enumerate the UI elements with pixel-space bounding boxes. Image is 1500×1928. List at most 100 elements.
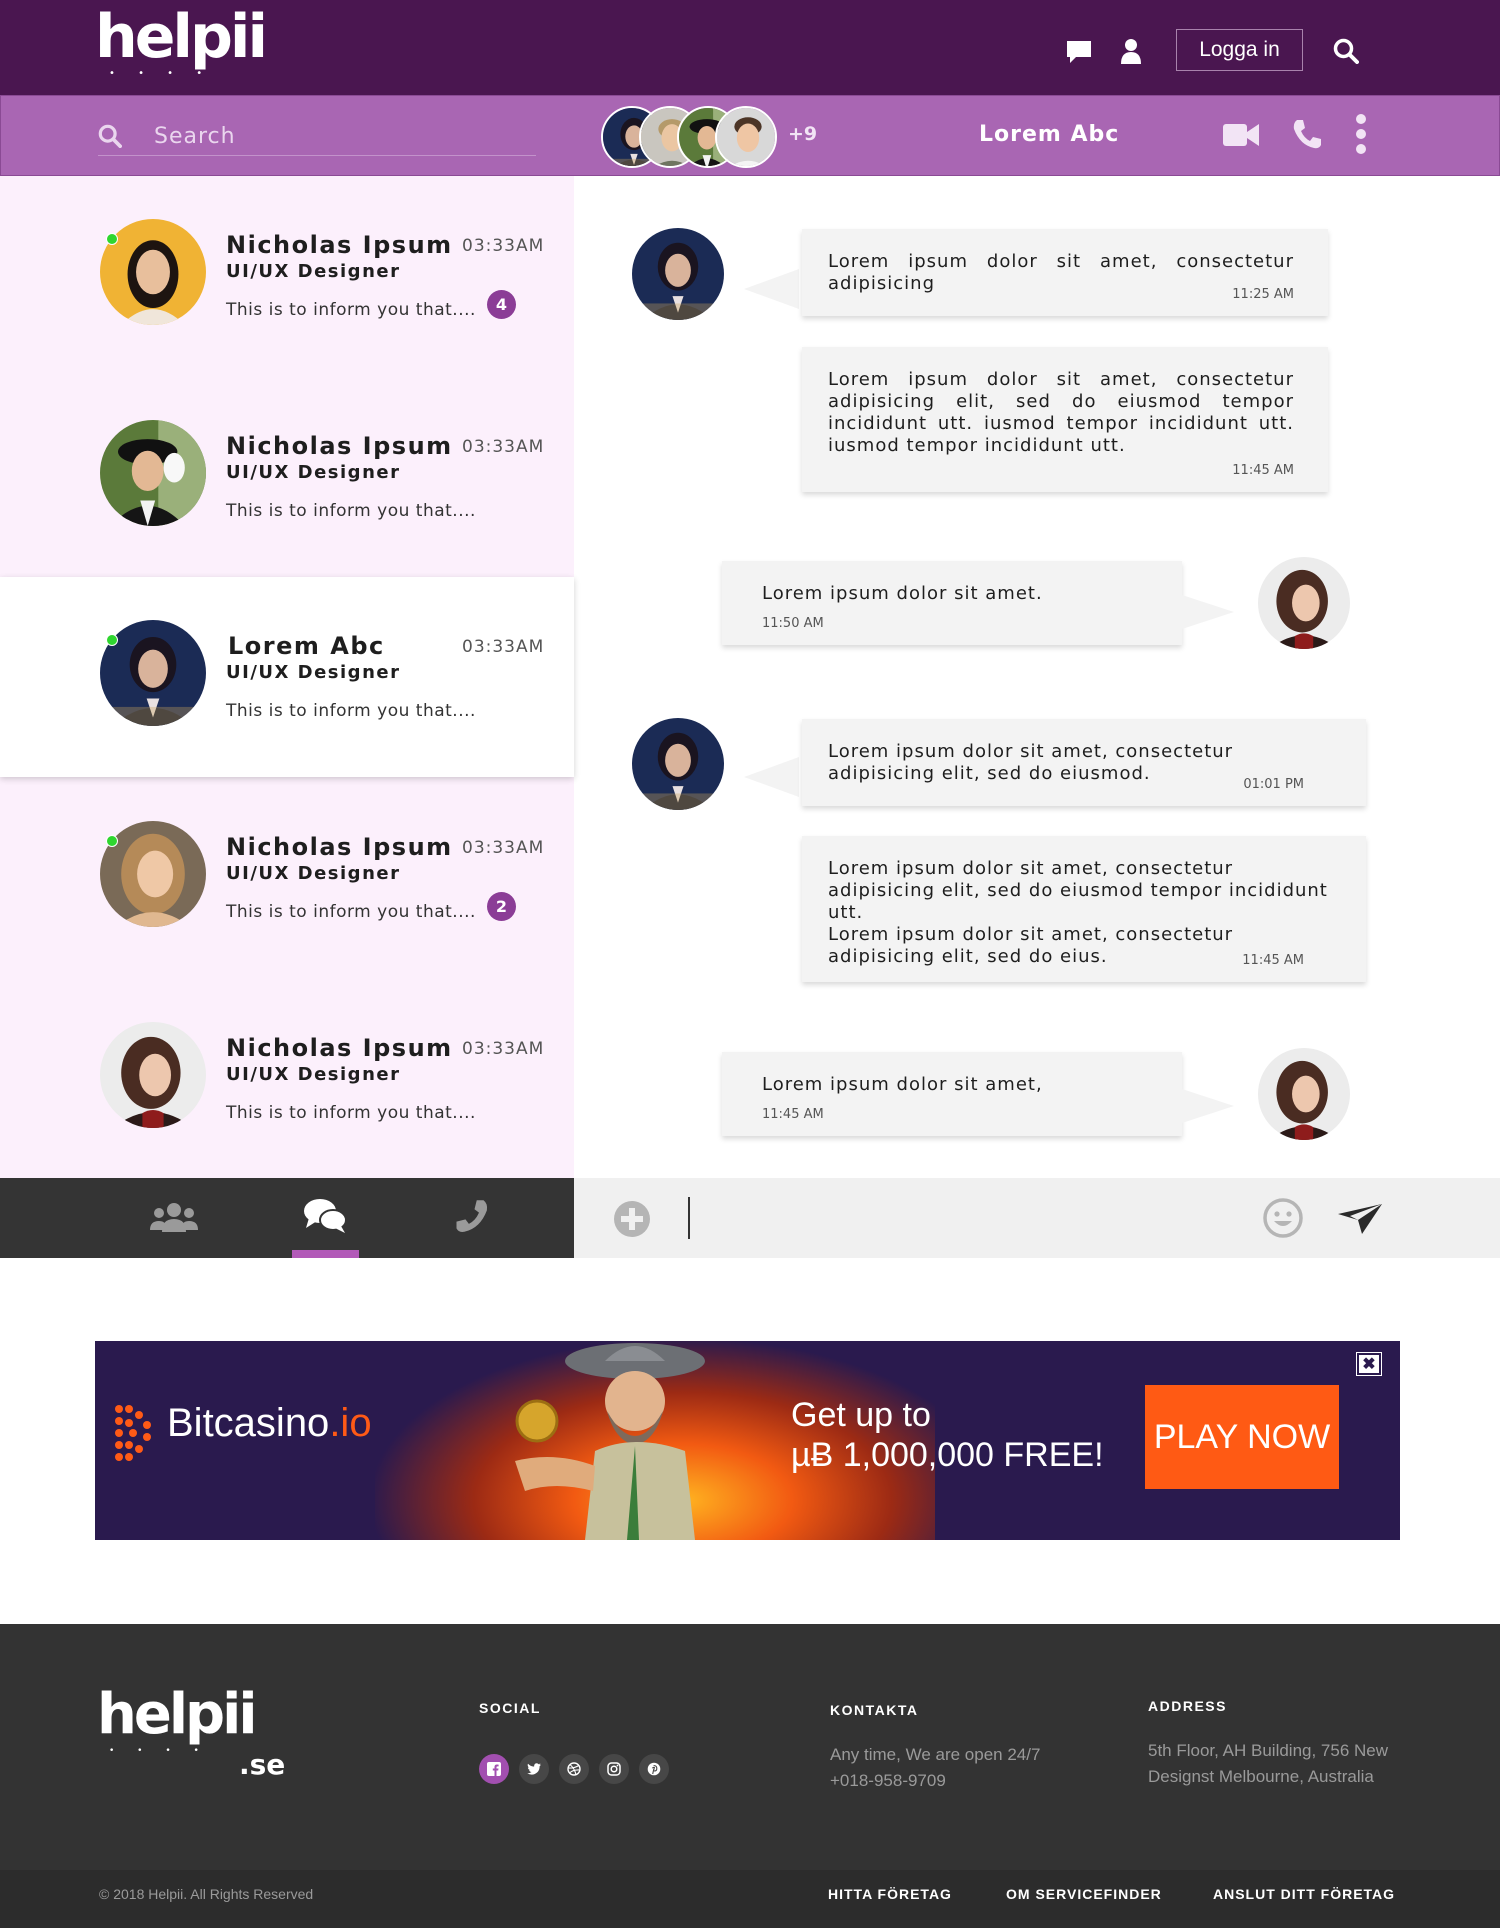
message-time: 11:45 AM xyxy=(762,1107,824,1122)
bubble-tail xyxy=(744,757,799,797)
ad-brand-tld: .io xyxy=(329,1401,372,1445)
ad-headline: Get up to µɃ 1,000,000 FREE! xyxy=(791,1395,1104,1475)
address-line1: 5th Floor, AH Building, 756 New xyxy=(1148,1741,1389,1760)
online-indicator xyxy=(106,835,118,847)
message-bubble[interactable]: Lorem ipsum dolor sit amet. 11:50 AM xyxy=(722,561,1182,645)
message-input[interactable] xyxy=(688,1197,690,1239)
contact-role: UI/UX Designer xyxy=(226,1064,401,1085)
login-button[interactable]: Logga in xyxy=(1176,29,1303,71)
address-heading: ADDRESS xyxy=(1148,1698,1227,1714)
contact-search[interactable]: Search xyxy=(98,118,536,156)
contact-name: Nicholas Ipsum xyxy=(226,231,453,259)
contact-item[interactable]: Nicholas Ipsum 03:33AM UI/UX Designer Th… xyxy=(0,176,574,376)
message-time: 11:50 AM xyxy=(762,616,824,631)
message-text: Lorem ipsum dolor sit amet, consectetur … xyxy=(828,251,1294,294)
group-icon[interactable] xyxy=(150,1202,198,1236)
contact-time: 03:33AM xyxy=(462,437,545,457)
message-preview: This is to inform you that.... xyxy=(226,1103,476,1123)
message-time: 11:25 AM xyxy=(1232,287,1294,302)
phone-icon[interactable] xyxy=(452,1198,488,1238)
logo-dots: • • • • xyxy=(109,68,213,79)
send-icon[interactable] xyxy=(1336,1202,1382,1240)
sender-avatar xyxy=(1258,557,1350,649)
contact-item-active[interactable]: Lorem Abc 03:33AM UI/UX Designer This is… xyxy=(0,577,574,777)
ad-character-illustration xyxy=(515,1343,705,1540)
bottom-tab-bar xyxy=(0,1178,574,1258)
message-text: Lorem ipsum dolor sit amet, xyxy=(762,1074,1043,1095)
online-indicator xyxy=(106,233,118,245)
message-preview: This is to inform you that.... xyxy=(226,902,476,922)
message-bubble[interactable]: Lorem ipsum dolor sit amet, 11:45 AM xyxy=(722,1052,1182,1136)
play-now-button[interactable]: PLAY NOW xyxy=(1145,1385,1339,1489)
message-preview: This is to inform you that.... xyxy=(226,300,476,320)
phone-icon[interactable] xyxy=(1291,118,1323,154)
copyright-text: © 2018 Helpii. All Rights Reserved xyxy=(99,1886,314,1902)
contact-item[interactable]: Nicholas Ipsum 03:33AM UI/UX Designer Th… xyxy=(0,979,574,1179)
contact-phone[interactable]: +018-958-9709 xyxy=(830,1768,946,1794)
message-time: 11:45 AM xyxy=(1232,463,1294,478)
message-text: Lorem ipsum dolor sit amet, consectetur … xyxy=(828,858,1328,967)
footer-logo-suffix: .se xyxy=(239,1748,286,1781)
message-time: 11:45 AM xyxy=(1242,953,1304,968)
contact-role: UI/UX Designer xyxy=(226,462,401,483)
address-line2: Designst Melbourne, Australia xyxy=(1148,1767,1374,1786)
sender-avatar xyxy=(632,228,724,320)
message-thread: Lorem ipsum dolor sit amet, consectetur … xyxy=(574,176,1500,1178)
contact-item[interactable]: Nicholas Ipsum 03:33AM UI/UX Designer Th… xyxy=(0,778,574,978)
message-bubble[interactable]: Lorem ipsum dolor sit amet, consectetur … xyxy=(802,719,1366,806)
message-bubble[interactable]: Lorem ipsum dolor sit amet, consectetur … xyxy=(802,836,1366,982)
contact-time: 03:33AM xyxy=(462,838,545,858)
active-tab-indicator xyxy=(292,1250,359,1258)
search-icon xyxy=(98,124,122,152)
contact-role: UI/UX Designer xyxy=(226,863,401,884)
message-composer xyxy=(574,1178,1500,1258)
footer-link-om-servicefinder[interactable]: OM SERVICEFINDER xyxy=(1006,1886,1162,1902)
message-bubble[interactable]: Lorem ipsum dolor sit amet, consectetur … xyxy=(802,347,1328,492)
message-bubble[interactable]: Lorem ipsum dolor sit amet, consectetur … xyxy=(802,229,1328,316)
unread-badge: 4 xyxy=(487,290,516,319)
unread-badge: 2 xyxy=(487,892,516,921)
pinterest-icon[interactable] xyxy=(639,1754,669,1784)
message-text: Lorem ipsum dolor sit amet. xyxy=(762,583,1043,604)
chat-bubbles-icon[interactable] xyxy=(303,1198,347,1238)
user-icon[interactable] xyxy=(1120,38,1146,64)
bubble-tail xyxy=(744,269,799,309)
facebook-icon[interactable] xyxy=(479,1754,509,1784)
contact-name: Nicholas Ipsum xyxy=(226,1034,453,1062)
bitcasino-logo-icon xyxy=(115,1405,151,1461)
logo-text: helpii xyxy=(95,2,268,72)
site-footer: helpii • • • • .se SOCIAL KONTAKTA Any t… xyxy=(0,1624,1500,1928)
contact-heading: KONTAKTA xyxy=(830,1702,919,1718)
advertisement-banner[interactable]: Bitcasino.io Get up to µɃ 1,000,000 FREE… xyxy=(95,1341,1400,1540)
search-icon[interactable] xyxy=(1333,38,1359,64)
footer-link-anslut-foretag[interactable]: ANSLUT DITT FÖRETAG xyxy=(1213,1886,1395,1902)
sender-avatar xyxy=(632,718,724,810)
avatar xyxy=(100,420,206,526)
top-navbar: helpii • • • • Logga in xyxy=(0,0,1500,95)
ad-headline-line1: Get up to xyxy=(791,1396,931,1434)
ad-headline-line2: µɃ 1,000,000 FREE! xyxy=(791,1436,1104,1474)
emoji-icon[interactable] xyxy=(1262,1197,1304,1243)
footer-logo[interactable]: helpii • • • • .se xyxy=(97,1686,285,1782)
contact-item[interactable]: Nicholas Ipsum 03:33AM UI/UX Designer Th… xyxy=(0,377,574,577)
message-time: 01:01 PM xyxy=(1243,777,1304,792)
add-circle-icon[interactable] xyxy=(613,1200,651,1242)
ad-brand-name: Bitcasino xyxy=(167,1401,330,1445)
message-preview: This is to inform you that.... xyxy=(226,501,476,521)
twitter-icon[interactable] xyxy=(519,1754,549,1784)
contact-time: 03:33AM xyxy=(462,236,545,256)
video-camera-icon[interactable] xyxy=(1223,122,1259,152)
helpii-logo[interactable]: helpii • • • • xyxy=(95,2,268,86)
contact-role: UI/UX Designer xyxy=(226,662,401,683)
footer-link-hitta-foretag[interactable]: HITTA FÖRETAG xyxy=(828,1886,952,1902)
instagram-icon[interactable] xyxy=(599,1754,629,1784)
contact-name: Lorem Abc xyxy=(228,632,385,660)
close-icon[interactable]: ✖ xyxy=(1356,1352,1382,1376)
more-vertical-icon[interactable] xyxy=(1355,114,1367,158)
footer-bottom-bar: © 2018 Helpii. All Rights Reserved HITTA… xyxy=(0,1870,1500,1928)
dribbble-icon[interactable] xyxy=(559,1754,589,1784)
extra-members-count[interactable]: +9 xyxy=(788,123,817,145)
chat-icon[interactable] xyxy=(1066,40,1092,66)
search-input[interactable]: Search xyxy=(154,124,236,149)
message-text: Lorem ipsum dolor sit amet, consectetur … xyxy=(828,369,1294,456)
